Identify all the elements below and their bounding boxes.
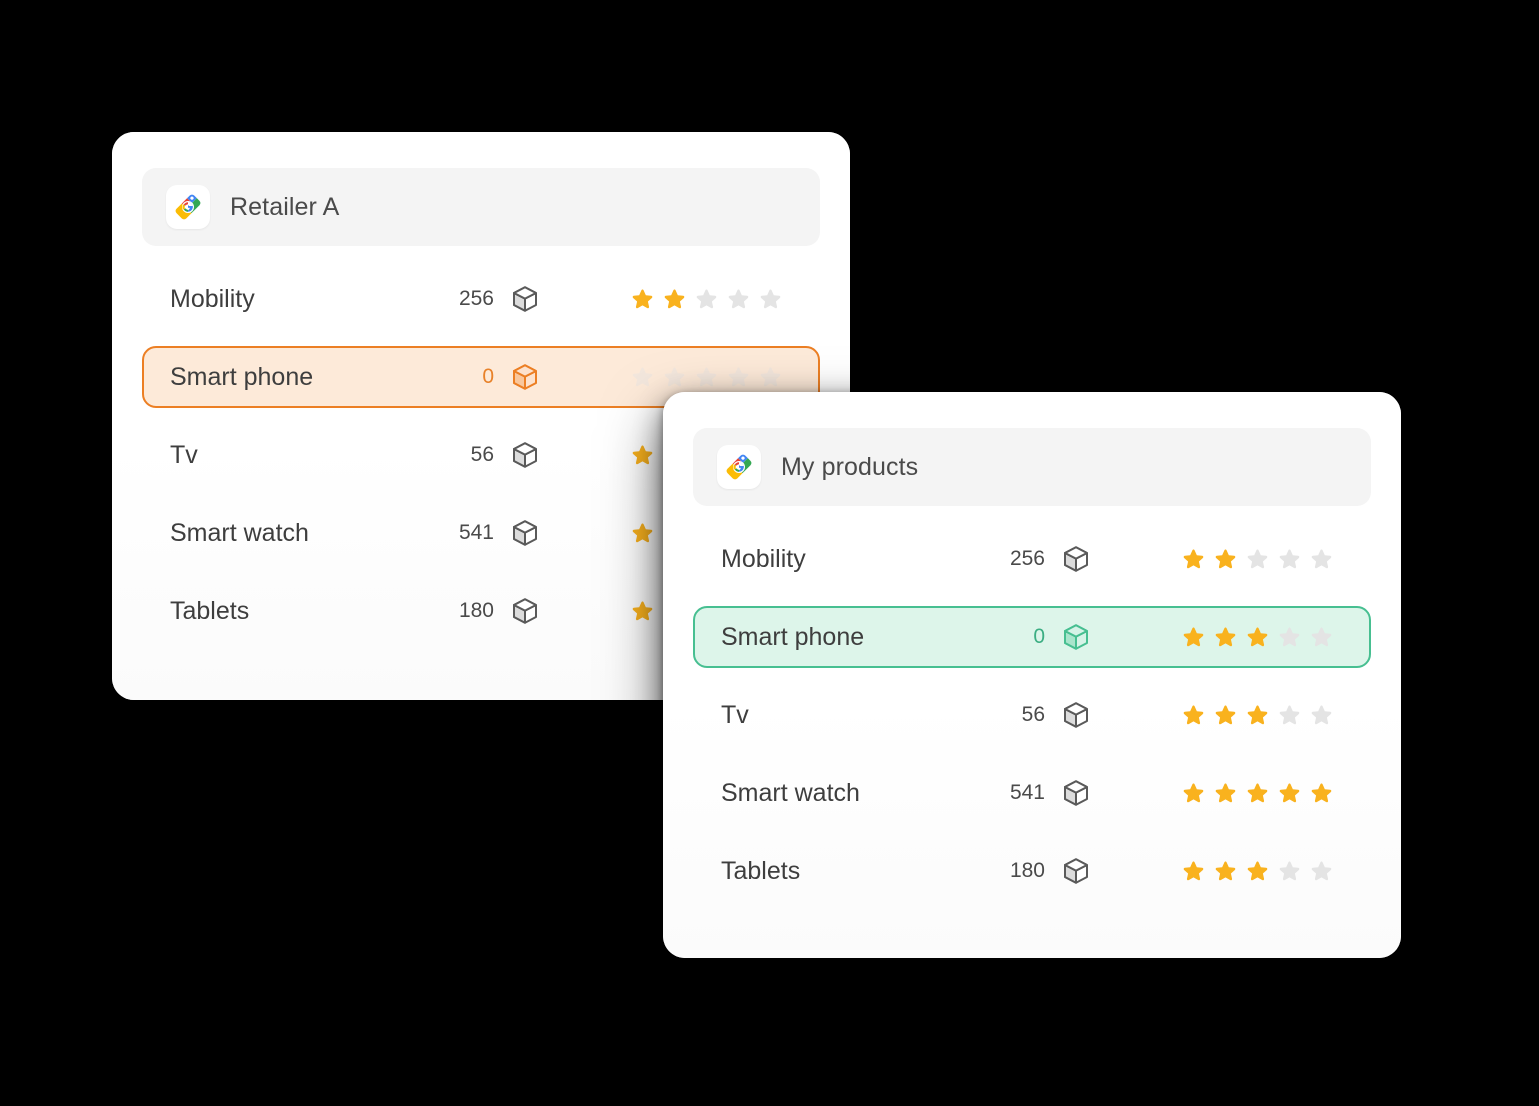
card-retailer-a-title: Retailer A [230,192,340,221]
card-my-products-inner: My products Mobility 256 Smart phone 0 Tv 56 S… [663,392,1401,958]
row-product-name: Tablets [170,596,250,625]
box-icon [1059,620,1093,654]
card-my-products-rows: Mobility 256 Smart phone 0 Tv 56 Smart watch 54… [693,528,1371,902]
rating-stars[interactable] [630,287,783,312]
box-icon [508,360,542,394]
row-product-count: 256 [458,287,494,310]
box-icon [508,282,542,316]
rating-stars[interactable] [1181,703,1334,728]
rating-stars[interactable] [630,365,783,390]
row-product-count: 180 [1009,859,1045,882]
box-icon [508,438,542,472]
table-row[interactable]: Smart watch 541 [693,762,1371,824]
row-product-name: Mobility [170,284,255,313]
row-product-name: Smart phone [170,362,314,391]
row-product-count: 256 [1009,547,1045,570]
box-icon [1059,854,1093,888]
rating-stars[interactable] [1181,625,1334,650]
row-product-count: 0 [1033,625,1045,648]
row-product-name: Tv [170,440,198,469]
row-product-name: Mobility [721,544,806,573]
screenshot-stage: Retailer A Mobility 256 Smart phone 0 Tv 56 Sm… [0,0,1539,1106]
table-row[interactable]: Mobility 256 [693,528,1371,590]
card-my-products-header: My products [693,428,1371,506]
table-row[interactable]: Mobility 256 [142,268,820,330]
card-my-products: My products Mobility 256 Smart phone 0 Tv 56 S… [663,392,1401,958]
rating-stars[interactable] [1181,781,1334,806]
row-product-name: Smart phone [721,622,865,651]
row-product-count: 541 [458,521,494,544]
row-product-count: 180 [458,599,494,622]
row-product-count: 56 [470,443,494,466]
rating-stars[interactable] [1181,547,1334,572]
card-my-products-title: My products [781,452,919,481]
row-product-name: Tv [721,700,749,729]
box-icon [1059,698,1093,732]
card-retailer-a-header: Retailer A [142,168,820,246]
table-row[interactable]: Smart phone 0 [693,606,1371,668]
box-icon [1059,542,1093,576]
row-product-count: 0 [482,365,494,388]
rating-stars[interactable] [1181,859,1334,884]
row-product-name: Tablets [721,856,801,885]
row-product-name: Smart watch [721,778,860,807]
google-shopping-tag-icon [166,185,210,229]
table-row[interactable]: Tablets 180 [693,840,1371,902]
box-icon [508,516,542,550]
row-product-name: Smart watch [170,518,309,547]
google-shopping-tag-icon [717,445,761,489]
row-product-count: 541 [1009,781,1045,804]
box-icon [1059,776,1093,810]
box-icon [508,594,542,628]
table-row[interactable]: Tv 56 [693,684,1371,746]
row-product-count: 56 [1021,703,1045,726]
